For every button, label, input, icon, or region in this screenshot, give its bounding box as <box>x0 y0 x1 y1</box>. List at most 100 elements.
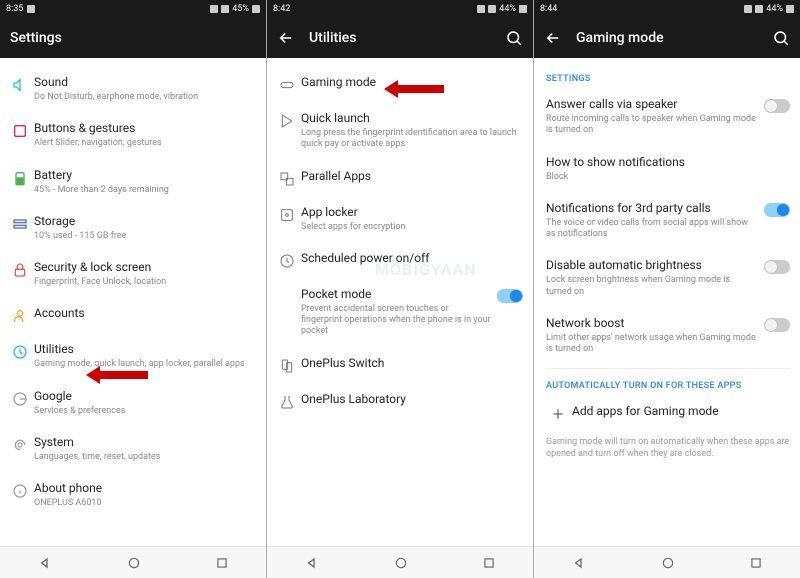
divider <box>546 368 790 369</box>
schedule-icon <box>273 251 301 269</box>
item-label: Sound <box>34 75 250 90</box>
nav-home-icon[interactable] <box>394 556 408 570</box>
item-about[interactable]: About phone ONEPLUS A6010 <box>0 472 266 518</box>
nav-recent-icon[interactable] <box>482 556 496 570</box>
signal-icon <box>488 5 496 13</box>
settings-list: SoundDo Not Disturb, earphone mode, vibr… <box>0 58 266 546</box>
appbar: Gaming mode <box>534 18 800 58</box>
section-settings: SETTINGS <box>534 66 800 88</box>
status-time: 8:42 <box>273 4 290 14</box>
nav-back-icon[interactable] <box>571 555 587 571</box>
item-sub: Route incoming calls to speaker when Gam… <box>546 114 758 137</box>
item-oneplus-lab[interactable]: OnePlus Laboratory <box>267 383 533 419</box>
item-quick-launch[interactable]: Quick launchLong press the fingerprint i… <box>267 102 533 160</box>
sound-icon <box>6 75 34 93</box>
item-oneplus-switch[interactable]: OnePlus Switch <box>267 347 533 383</box>
item-label: App locker <box>301 205 517 220</box>
status-battery: 44% <box>499 4 516 14</box>
storage-icon <box>6 214 34 232</box>
status-battery: 45% <box>232 4 249 14</box>
gaming-icon <box>273 75 301 93</box>
item-battery[interactable]: Battery45% - More than 2 days remaining <box>0 159 266 205</box>
back-icon[interactable] <box>277 29 295 47</box>
item-buttons[interactable]: Buttons & gesturesAlert Slider, navigati… <box>0 112 266 158</box>
item-show-notifications[interactable]: How to show notificationsBlock <box>534 146 800 192</box>
gaming-settings-list: SETTINGS Answer calls via speakerRoute i… <box>534 58 800 546</box>
section-auto-apps: AUTOMATICALLY TURN ON FOR THESE APPS <box>534 373 800 395</box>
item-sound[interactable]: SoundDo Not Disturb, earphone mode, vibr… <box>0 66 266 112</box>
item-scheduled-power[interactable]: Scheduled power on/off <box>267 242 533 278</box>
signal-icon <box>755 5 763 13</box>
item-label: About phone <box>34 481 250 496</box>
appbar-title: Settings <box>10 30 256 46</box>
item-add-apps[interactable]: Add apps for Gaming mode <box>534 395 800 431</box>
nav-recent-icon[interactable] <box>215 556 229 570</box>
search-icon[interactable] <box>505 29 523 47</box>
item-security[interactable]: Security & lock screenFingerprint, Face … <box>0 251 266 297</box>
item-label: How to show notifications <box>546 155 784 170</box>
battery-icon <box>252 5 260 13</box>
item-parallel-apps[interactable]: Parallel Apps <box>267 160 533 196</box>
item-pocket-mode[interactable]: Pocket mode Prevent accidental screen tou… <box>267 278 533 347</box>
navbar <box>267 546 533 578</box>
battery-icon <box>6 168 34 186</box>
toggle-3rd-party-calls[interactable] <box>764 203 790 217</box>
google-icon <box>6 389 34 407</box>
footnote: Gaming mode will turn on automatically w… <box>534 431 800 466</box>
navbar <box>534 546 800 578</box>
nav-recent-icon[interactable] <box>749 556 763 570</box>
item-disable-brightness[interactable]: Disable automatic brightness Lock screen … <box>534 249 800 307</box>
battery-icon <box>786 5 794 13</box>
item-sub: ONEPLUS A6010 <box>34 498 250 509</box>
item-app-locker[interactable]: App locker Select apps for encryption <box>267 196 533 242</box>
item-sub: The voice or video calls from social app… <box>546 218 758 241</box>
item-sub: Select apps for encryption <box>301 222 517 233</box>
nav-home-icon[interactable] <box>661 556 675 570</box>
tutorial-arrow-icon <box>384 80 444 98</box>
lock-icon <box>6 260 34 278</box>
system-icon <box>6 435 34 453</box>
item-label: Google <box>34 389 250 404</box>
item-label: Scheduled power on/off <box>301 251 517 266</box>
item-google[interactable]: GoogleServices & preferences <box>0 380 266 426</box>
item-label: OnePlus Switch <box>301 356 517 371</box>
buttons-icon <box>6 121 34 139</box>
toggle-answer-speaker[interactable] <box>764 99 790 113</box>
toggle-disable-brightness[interactable] <box>764 260 790 274</box>
item-storage[interactable]: Storage10% used - 115 GB free <box>0 205 266 251</box>
tutorial-arrow-icon <box>86 366 148 384</box>
statusbar: 8:35 45% <box>0 0 266 18</box>
status-time: 8:44 <box>540 4 557 14</box>
item-sub: Fingerprint, Face Unlock, location <box>34 277 250 288</box>
item-sub: 45% - More than 2 days remaining <box>34 185 250 196</box>
toggle-pocket-mode[interactable] <box>497 289 523 303</box>
alarm-icon <box>210 5 218 13</box>
lab-icon <box>273 392 301 410</box>
item-sub: Lock screen brightness when Gaming mode … <box>546 275 758 298</box>
nav-back-icon[interactable] <box>37 555 53 571</box>
item-network-boost[interactable]: Network boostLimit other apps' network u… <box>534 307 800 365</box>
item-system[interactable]: SystemLanguages, time, reset, updates <box>0 426 266 472</box>
quick-icon <box>273 111 301 129</box>
panel-settings: 8:35 45% Settings SoundDo Not Disturb, e… <box>0 0 266 578</box>
item-label: Notifications for 3rd party calls <box>546 201 758 216</box>
item-label: Disable automatic brightness <box>546 258 758 273</box>
appbar-title: Gaming mode <box>576 30 772 46</box>
back-icon[interactable] <box>544 29 562 47</box>
item-answer-speaker[interactable]: Answer calls via speakerRoute incoming c… <box>534 88 800 146</box>
item-label: Network boost <box>546 316 758 331</box>
item-label: Pocket mode <box>301 287 491 302</box>
toggle-network-boost[interactable] <box>764 318 790 332</box>
alarm-icon <box>744 5 752 13</box>
appbar: Settings <box>0 18 266 58</box>
item-sub: Prevent accidental screen touches or fin… <box>301 304 491 338</box>
item-sub: Languages, time, reset, updates <box>34 452 250 463</box>
nav-back-icon[interactable] <box>304 555 320 571</box>
nav-home-icon[interactable] <box>127 556 141 570</box>
alarm-icon <box>477 5 485 13</box>
item-label: Accounts <box>34 306 250 321</box>
accounts-icon <box>6 306 34 324</box>
item-accounts[interactable]: Accounts <box>0 297 266 333</box>
search-icon[interactable] <box>772 29 790 47</box>
item-3rd-party-calls[interactable]: Notifications for 3rd party calls The voi… <box>534 192 800 250</box>
